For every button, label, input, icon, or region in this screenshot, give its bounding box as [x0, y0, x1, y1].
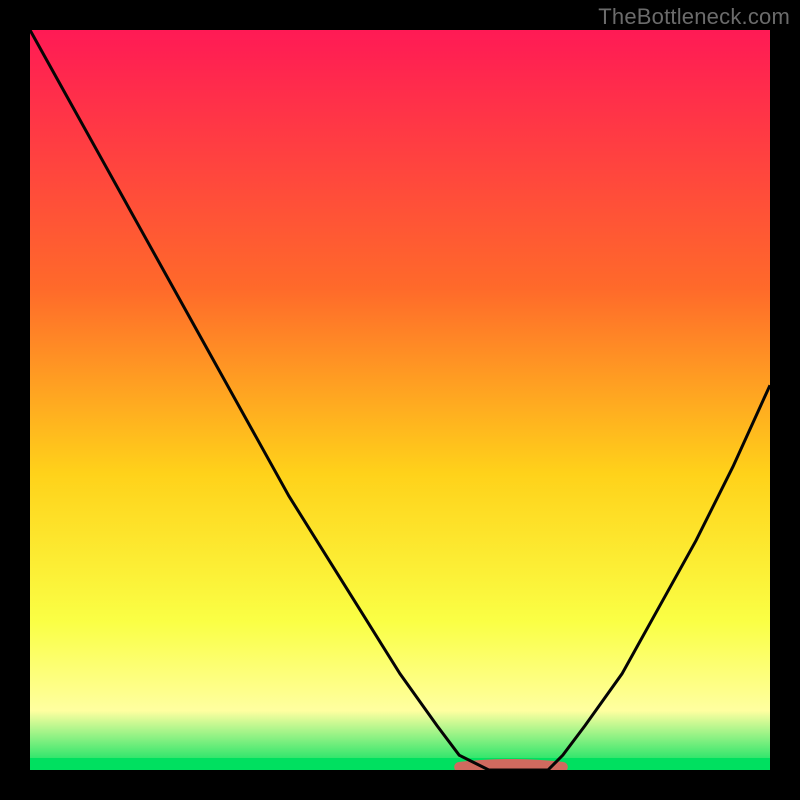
watermark-text: TheBottleneck.com	[598, 4, 790, 30]
bottleneck-chart	[0, 0, 800, 800]
chart-frame: TheBottleneck.com	[0, 0, 800, 800]
gradient-background	[30, 30, 770, 770]
green-band	[30, 758, 770, 770]
